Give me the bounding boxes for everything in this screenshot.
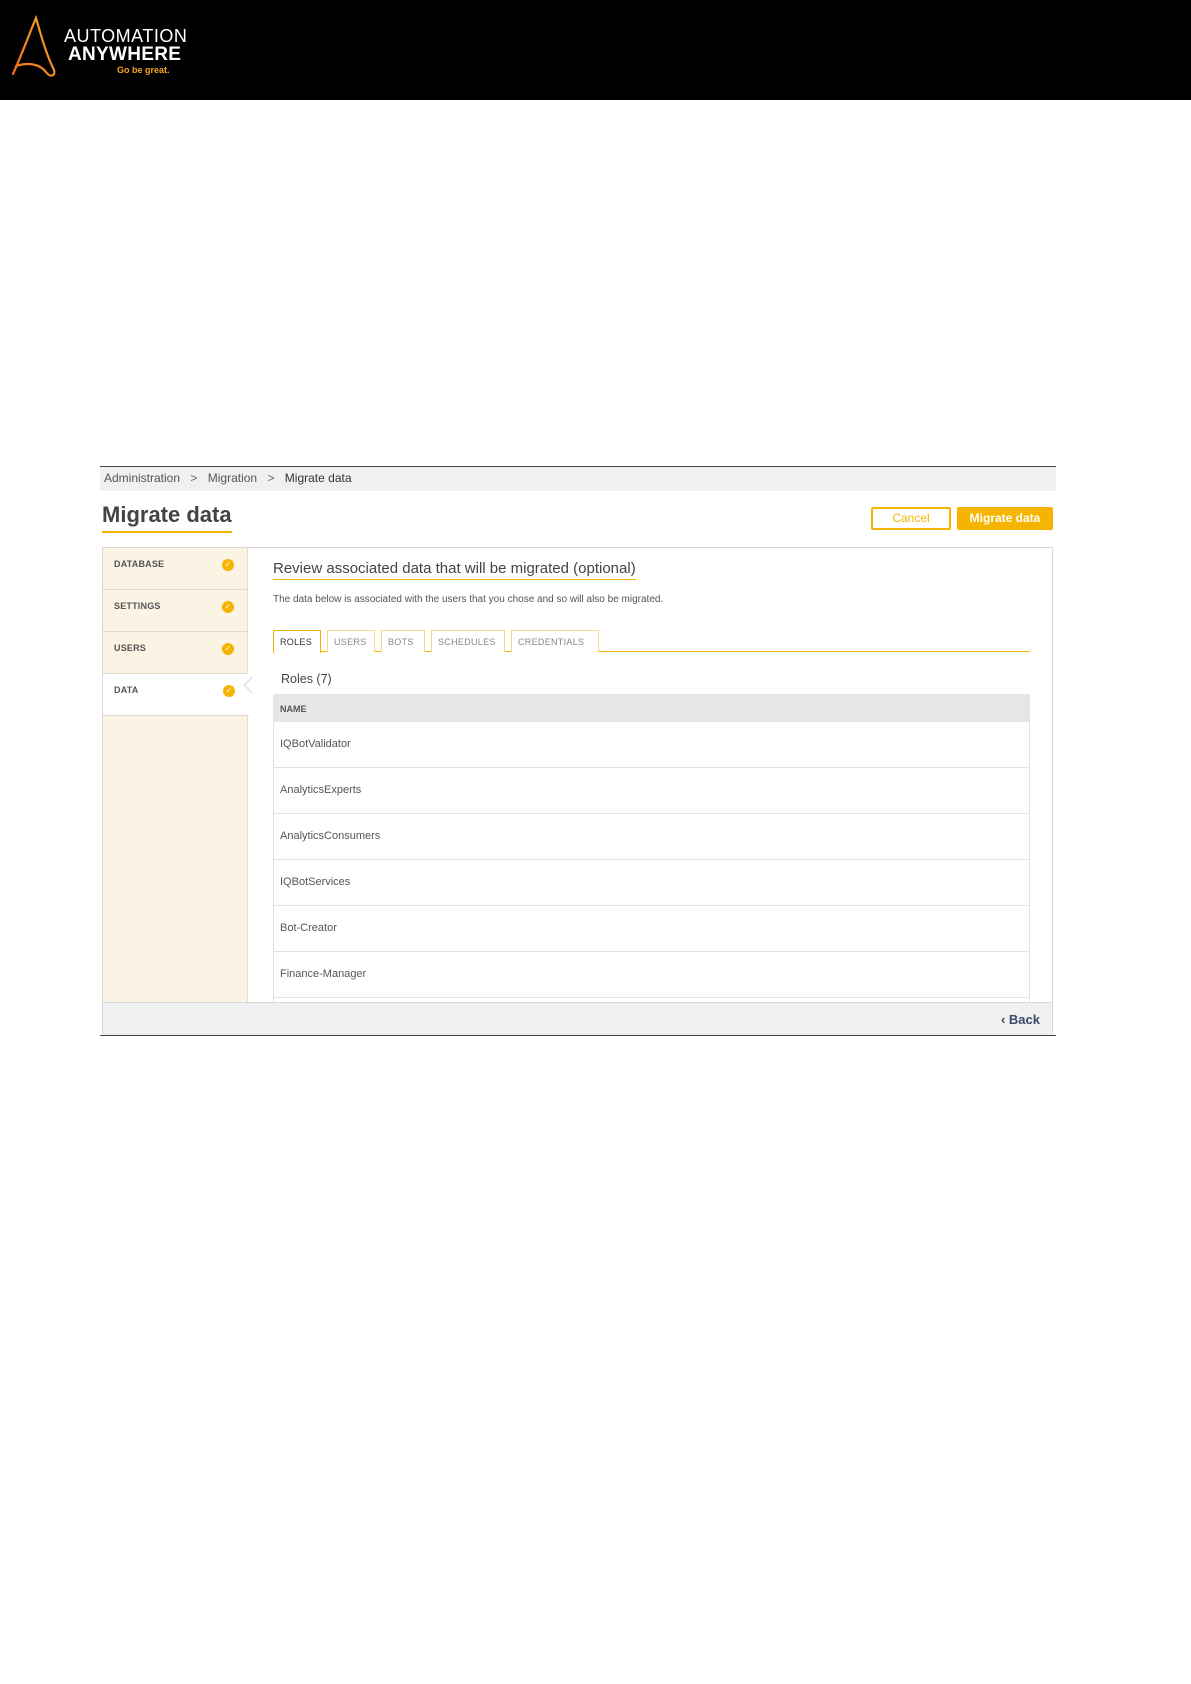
brand-tagline: Go be great. bbox=[117, 65, 170, 75]
breadcrumb-separator: > bbox=[190, 471, 198, 485]
roles-table: NAME IQBotValidator AnalyticsExperts Ana… bbox=[273, 694, 1030, 1002]
breadcrumb-migration[interactable]: Migration bbox=[208, 471, 257, 485]
wizard-footer: ‹ Back bbox=[103, 1002, 1052, 1035]
data-tabs: ROLES USERS BOTS SCHEDULES CREDENTIALS bbox=[273, 630, 1030, 653]
brand-logo: AUTOMATION ANYWHERE Go be great. bbox=[10, 14, 190, 78]
back-label: Back bbox=[1008, 1012, 1040, 1027]
breadcrumb-administration[interactable]: Administration bbox=[104, 471, 180, 485]
table-row[interactable]: AnalyticsExperts bbox=[273, 768, 1030, 814]
step-label: DATA bbox=[114, 685, 139, 695]
step-database[interactable]: DATABASE ✓ bbox=[103, 548, 248, 590]
step-settings[interactable]: SETTINGS ✓ bbox=[103, 590, 248, 632]
step-label: SETTINGS bbox=[114, 601, 161, 611]
automation-anywhere-logo-icon bbox=[11, 14, 56, 77]
tab-schedules[interactable]: SCHEDULES bbox=[431, 630, 505, 652]
table-row[interactable]: AnalyticsConsumers bbox=[273, 814, 1030, 860]
header-banner: AUTOMATION ANYWHERE Go be great. bbox=[0, 0, 1191, 100]
step-label: USERS bbox=[114, 643, 147, 653]
wizard-panel: DATABASE ✓ SETTINGS ✓ USERS ✓ DATA ✓ Rev… bbox=[102, 547, 1053, 1035]
check-circle-icon: ✓ bbox=[222, 601, 234, 613]
migrate-data-button[interactable]: Migrate data bbox=[957, 507, 1053, 530]
tab-credentials[interactable]: CREDENTIALS bbox=[511, 630, 599, 652]
step-users[interactable]: USERS ✓ bbox=[103, 632, 248, 674]
table-row[interactable]: Finance-Manager bbox=[273, 952, 1030, 998]
table-row[interactable]: IQBotValidator bbox=[273, 722, 1030, 768]
tab-bots[interactable]: BOTS bbox=[381, 630, 425, 652]
wizard-steps: DATABASE ✓ SETTINGS ✓ USERS ✓ DATA ✓ bbox=[103, 548, 249, 1002]
step-label: DATABASE bbox=[114, 559, 165, 569]
table-row[interactable]: Bot-Creator bbox=[273, 906, 1030, 952]
check-circle-icon: ✓ bbox=[222, 643, 234, 655]
review-content: Review associated data that will be migr… bbox=[273, 548, 1043, 1002]
breadcrumb-current: Migrate data bbox=[284, 471, 352, 485]
breadcrumb-separator: > bbox=[267, 471, 275, 485]
breadcrumb: Administration > Migration > Migrate dat… bbox=[100, 467, 1056, 491]
roles-count: Roles (7) bbox=[281, 672, 332, 686]
step-data[interactable]: DATA ✓ bbox=[103, 674, 249, 716]
tab-roles[interactable]: ROLES bbox=[273, 630, 321, 653]
cancel-button[interactable]: Cancel bbox=[871, 507, 951, 530]
chevron-left-icon: ‹ bbox=[1000, 1012, 1006, 1027]
table-row[interactable]: IQBotServices bbox=[273, 860, 1030, 906]
section-description: The data below is associated with the us… bbox=[273, 594, 664, 605]
column-header-name[interactable]: NAME bbox=[273, 694, 1030, 722]
brand-line2: ANYWHERE bbox=[68, 44, 182, 65]
back-button[interactable]: ‹ Back bbox=[1001, 1012, 1040, 1027]
migrate-data-screen: Administration > Migration > Migrate dat… bbox=[100, 466, 1056, 1036]
section-title: Review associated data that will be migr… bbox=[273, 560, 636, 580]
check-circle-icon: ✓ bbox=[222, 559, 234, 571]
check-circle-icon: ✓ bbox=[223, 685, 235, 697]
page-title: Migrate data bbox=[102, 502, 232, 533]
tab-users[interactable]: USERS bbox=[327, 630, 375, 652]
